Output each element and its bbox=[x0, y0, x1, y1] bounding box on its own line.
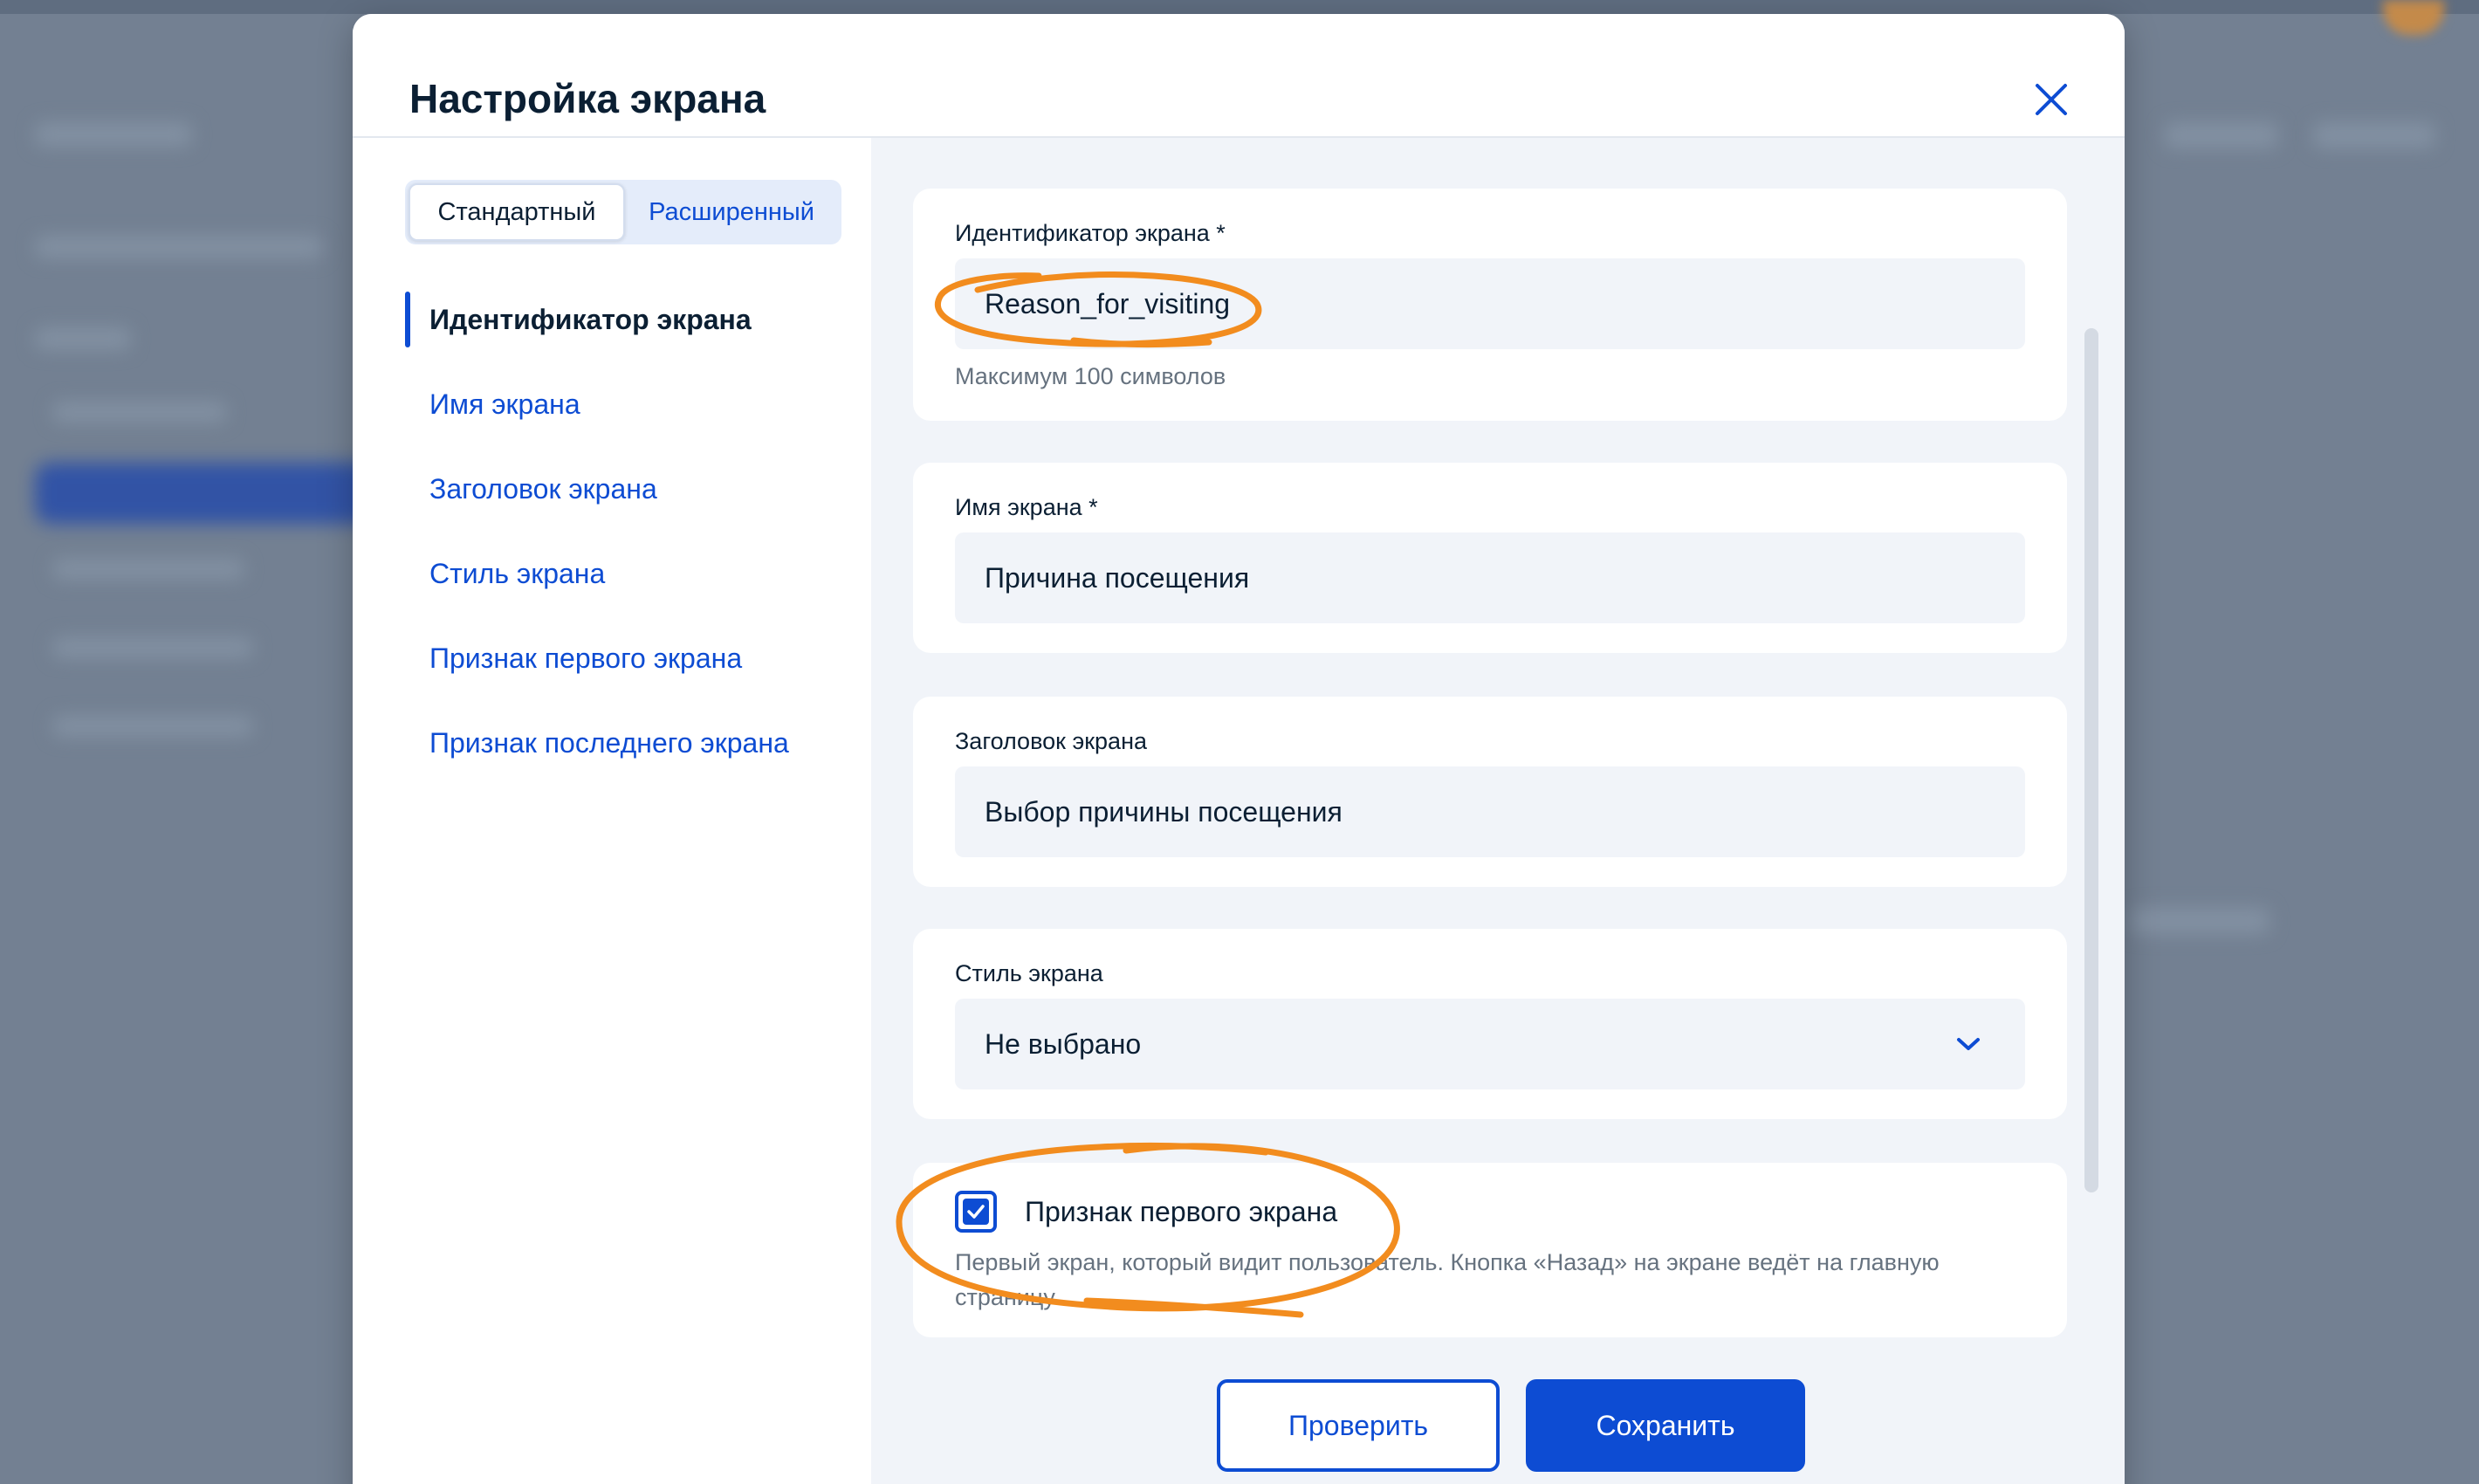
screen-name-card: Имя экрана * Причина посещения bbox=[913, 463, 2067, 653]
tab-extended[interactable]: Расширенный bbox=[625, 183, 838, 241]
screen-style-value: Не выбрано bbox=[985, 1027, 1142, 1060]
close-button[interactable] bbox=[2029, 77, 2074, 122]
background-block bbox=[2165, 122, 2278, 148]
scrollbar-thumb[interactable] bbox=[2084, 328, 2098, 1192]
background-block bbox=[2313, 122, 2435, 148]
screen-style-select[interactable]: Не выбрано bbox=[955, 999, 2025, 1089]
screen-header-field[interactable]: Выбор причины посещения bbox=[955, 766, 2025, 857]
first-screen-checkbox[interactable] bbox=[955, 1191, 997, 1233]
background-block bbox=[2130, 908, 2270, 934]
section-nav-list: Идентификатор экрана Имя экрана Заголово… bbox=[405, 278, 859, 786]
checkmark-icon bbox=[967, 1205, 985, 1219]
screen-id-card: Идентификатор экрана * Reason_for_visiti… bbox=[913, 189, 2067, 421]
background-block bbox=[35, 122, 192, 147]
screen-settings-modal: Настройка экрана Стандартный Расширенный… bbox=[353, 14, 2125, 1484]
content-scrollbar[interactable] bbox=[2084, 328, 2098, 1192]
checkbox-fill bbox=[963, 1199, 989, 1225]
screen-name-field[interactable]: Причина посещения bbox=[955, 532, 2025, 623]
nav-item-first-screen[interactable]: Признак первого экрана bbox=[405, 616, 859, 701]
save-button[interactable]: Сохранить bbox=[1526, 1379, 1805, 1472]
nav-item-screen-header[interactable]: Заголовок экрана bbox=[405, 447, 859, 532]
background-avatar bbox=[2383, 0, 2444, 35]
background-topbar bbox=[0, 0, 2479, 14]
screen-header-label: Заголовок экрана bbox=[955, 728, 1147, 754]
screen-name-label: Имя экрана * bbox=[955, 494, 1098, 520]
mode-switcher: Стандартный Расширенный bbox=[405, 180, 841, 244]
nav-item-screen-style[interactable]: Стиль экрана bbox=[405, 532, 859, 616]
first-screen-description: Первый экран, который видит пользователь… bbox=[955, 1249, 1940, 1310]
tab-standard[interactable]: Стандартный bbox=[409, 183, 625, 241]
check-button[interactable]: Проверить bbox=[1217, 1379, 1500, 1472]
screen-id-hint: Максимум 100 символов bbox=[955, 363, 1226, 389]
background-block bbox=[52, 637, 253, 658]
screen-id-label: Идентификатор экрана * bbox=[955, 220, 1226, 246]
settings-content: Идентификатор экрана * Reason_for_visiti… bbox=[871, 138, 2125, 1484]
screen-style-card: Стиль экрана Не выбрано bbox=[913, 929, 2067, 1119]
first-screen-label: Признак первого экрана bbox=[1025, 1196, 1338, 1227]
background-block bbox=[52, 716, 253, 737]
screen-style-label: Стиль экрана bbox=[955, 960, 1103, 986]
left-navigation: Стандартный Расширенный Идентификатор эк… bbox=[353, 138, 871, 1484]
screen-id-field[interactable]: Reason_for_visiting bbox=[955, 258, 2025, 349]
nav-item-last-screen[interactable]: Признак последнего экрана bbox=[405, 701, 859, 786]
background-block bbox=[35, 236, 323, 258]
background-block bbox=[35, 327, 131, 350]
background-active-item bbox=[35, 463, 384, 524]
chevron-down-icon bbox=[1957, 1038, 1980, 1050]
nav-item-screen-name[interactable]: Имя экрана bbox=[405, 362, 859, 447]
first-screen-card: Признак первого экрана Первый экран, кот… bbox=[913, 1163, 2067, 1337]
modal-header: Настройка экрана bbox=[353, 14, 2125, 138]
background-block bbox=[52, 559, 244, 580]
screen-header-card: Заголовок экрана Выбор причины посещения bbox=[913, 697, 2067, 887]
close-icon bbox=[2036, 84, 2067, 115]
background-block bbox=[52, 402, 227, 423]
nav-item-screen-id[interactable]: Идентификатор экрана bbox=[405, 278, 859, 362]
modal-title: Настройка экрана bbox=[409, 76, 766, 121]
